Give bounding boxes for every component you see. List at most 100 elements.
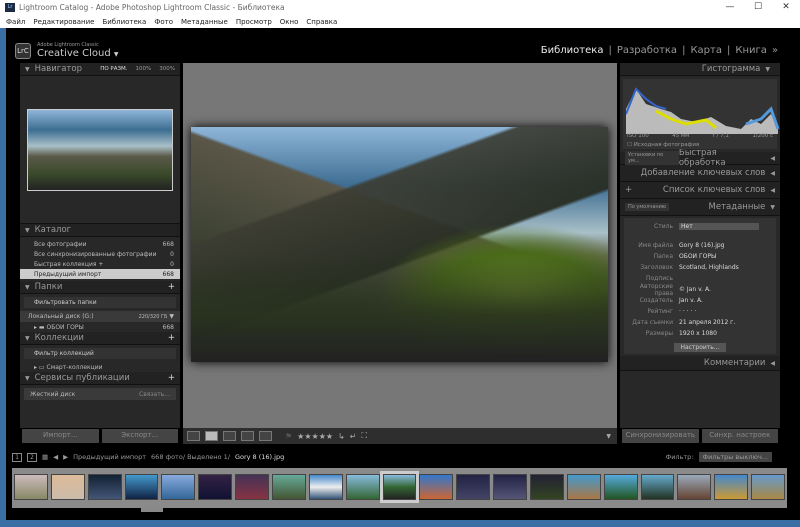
thumbnail[interactable] <box>493 474 528 500</box>
thumbnail[interactable] <box>124 474 159 500</box>
identity-plate[interactable]: LrC Adobe Lightroom Classic Creative Clo… <box>15 42 118 59</box>
flag-icon[interactable]: ⚑ <box>285 432 292 441</box>
import-button[interactable]: Импорт... <box>22 429 99 443</box>
catalog-item[interactable]: Быстрая коллекция + 0 <box>20 259 180 269</box>
add-collection-icon[interactable]: + <box>168 333 175 343</box>
add-folder-icon[interactable]: + <box>168 282 175 292</box>
catalog-item[interactable]: Все фотографии 668 <box>20 239 180 249</box>
thumbnail[interactable] <box>677 474 712 500</box>
more-modules-icon[interactable]: » <box>772 45 778 56</box>
menu-library[interactable]: Библиотека <box>102 18 146 26</box>
navigator-header[interactable]: ▼ Навигатор ПО РАЗМ. 100% 300% <box>20 63 180 76</box>
module-library[interactable]: Библиотека <box>541 45 604 56</box>
keyword-list-header[interactable]: + Список ключевых слов ◀ <box>620 182 780 199</box>
folder-item[interactable]: ▸ ▬ ОБОИ ГОРЫ 668 <box>20 322 180 332</box>
grid-icon[interactable]: ▦ <box>42 453 48 461</box>
publish-header[interactable]: ▼ Сервисы публикации + <box>20 372 180 385</box>
catalog-item[interactable]: Все синхронизированные фотографии 0 <box>20 249 180 259</box>
zoom-300[interactable]: 300% <box>159 66 175 72</box>
thumbnail[interactable] <box>235 474 270 500</box>
export-button[interactable]: Экспорт... <box>101 429 178 443</box>
thumbnail[interactable] <box>308 474 343 500</box>
minimize-button[interactable]: — <box>716 0 744 15</box>
hard-drive-service[interactable]: Жесткий диск Связать... <box>24 388 176 400</box>
thumbnail[interactable] <box>198 474 233 500</box>
sync-button[interactable]: Синхронизировать <box>622 429 699 443</box>
thumbnail[interactable] <box>751 474 786 500</box>
metadata-header[interactable]: По умолчанию Метаданные ▼ <box>620 199 780 216</box>
customize-button[interactable]: Настроить... <box>674 343 726 352</box>
current-file[interactable]: Gory 8 (16).jpg <box>235 453 284 461</box>
grid-view-button[interactable] <box>187 431 200 441</box>
navigator-preview[interactable] <box>27 108 173 191</box>
filter-select[interactable]: Фильтры выключ... <box>698 452 772 462</box>
sync-settings-button[interactable]: Синхр. настроек <box>701 429 778 443</box>
menu-file[interactable]: Файл <box>6 18 25 26</box>
add-keyword-icon[interactable]: + <box>625 185 632 195</box>
close-button[interactable]: ✕ <box>772 0 800 15</box>
copyright-value[interactable]: © Jan v. A. <box>679 286 711 293</box>
filmstrip-scrollbar[interactable] <box>141 508 163 512</box>
forward-arrow-icon[interactable]: ▶ <box>63 453 68 461</box>
collection-filter-input[interactable]: Фильтр коллекций <box>24 348 176 359</box>
crop-overlay-icon[interactable]: ⛶ <box>361 431 367 441</box>
menu-window[interactable]: Окно <box>280 18 299 26</box>
back-arrow-icon[interactable]: ◀ <box>53 453 58 461</box>
add-publish-icon[interactable]: + <box>168 373 175 383</box>
rating-stars[interactable]: ★★★★★ <box>297 432 333 441</box>
thumbnail[interactable] <box>345 474 380 500</box>
menu-view[interactable]: Просмотр <box>236 18 272 26</box>
style-select[interactable]: Нет <box>679 223 759 230</box>
menu-edit[interactable]: Редактирование <box>33 18 94 26</box>
thumbnail[interactable] <box>530 474 564 500</box>
collections-header[interactable]: ▼ Коллекции + <box>20 332 180 345</box>
filename-value[interactable]: Gory 8 (16).jpg <box>679 242 724 249</box>
thumbnail[interactable] <box>87 474 122 500</box>
catalog-header[interactable]: ▼ Каталог <box>20 224 180 237</box>
comments-header[interactable]: Комментарии ◀ <box>620 356 780 371</box>
preset-select[interactable]: Установки по ум... <box>625 151 679 165</box>
source-label[interactable]: Предыдущий импорт <box>73 453 146 461</box>
original-checkbox[interactable]: ☐ <box>627 142 632 148</box>
module-develop[interactable]: Разработка <box>617 45 677 56</box>
title-value[interactable]: Scotland, Highlands <box>679 264 739 271</box>
main-photo[interactable] <box>191 127 608 362</box>
smart-collections[interactable]: ▸ ▭ Смарт-коллекции <box>20 362 180 372</box>
toolbar-menu-icon[interactable]: ▼ <box>606 433 611 440</box>
setup-link[interactable]: Связать... <box>139 391 170 398</box>
folders-header[interactable]: ▼ Папки + <box>20 281 180 294</box>
thumbnail[interactable] <box>161 474 196 500</box>
rating-value[interactable]: · · · · · <box>679 308 696 315</box>
module-book[interactable]: Книга <box>735 45 767 56</box>
creator-value[interactable]: Jan v. A. <box>679 297 703 304</box>
survey-view-button[interactable] <box>241 431 254 441</box>
zoom-fit[interactable]: ПО РАЗМ. <box>100 66 127 72</box>
zoom-100[interactable]: 100% <box>136 66 152 72</box>
rotate-right-icon[interactable]: ↵ <box>350 432 357 441</box>
folder-filter-input[interactable]: Фильтровать папки <box>24 297 176 308</box>
thumbnail[interactable] <box>50 474 85 500</box>
histogram[interactable]: ISO 100 45 мм f / 7,1 1/200 с ☐ Исходная фо… <box>623 79 780 149</box>
primary-display-button[interactable]: 1 <box>12 452 22 462</box>
thumbnail[interactable] <box>603 474 638 500</box>
thumbnail-selected[interactable] <box>379 471 420 503</box>
metadata-preset-select[interactable]: По умолчанию <box>625 203 670 211</box>
menu-metadata[interactable]: Метаданные <box>181 18 228 26</box>
thumbnail[interactable] <box>566 474 601 500</box>
menu-photo[interactable]: Фото <box>154 18 173 26</box>
compare-view-button[interactable] <box>223 431 236 441</box>
maximize-button[interactable]: ☐ <box>744 0 772 15</box>
thumbnail[interactable] <box>419 474 454 500</box>
loupe-view-button[interactable] <box>205 431 218 441</box>
secondary-display-button[interactable]: 2 <box>27 452 37 462</box>
thumbnail[interactable] <box>456 474 491 500</box>
disk-row[interactable]: Локальный диск (G:) 220/320 ГБ ▼ <box>20 311 180 322</box>
people-view-button[interactable] <box>259 431 272 441</box>
menu-help[interactable]: Справка <box>306 18 337 26</box>
thumbnail[interactable] <box>640 474 675 500</box>
rotate-left-icon[interactable]: ↳ <box>338 432 345 441</box>
catalog-item-selected[interactable]: Предыдущий импорт 668 <box>20 269 180 279</box>
keywording-header[interactable]: Добавление ключевых слов ◀ <box>620 165 780 182</box>
histogram-header[interactable]: Гистограмма ▼ <box>620 63 780 76</box>
module-map[interactable]: Карта <box>690 45 722 56</box>
